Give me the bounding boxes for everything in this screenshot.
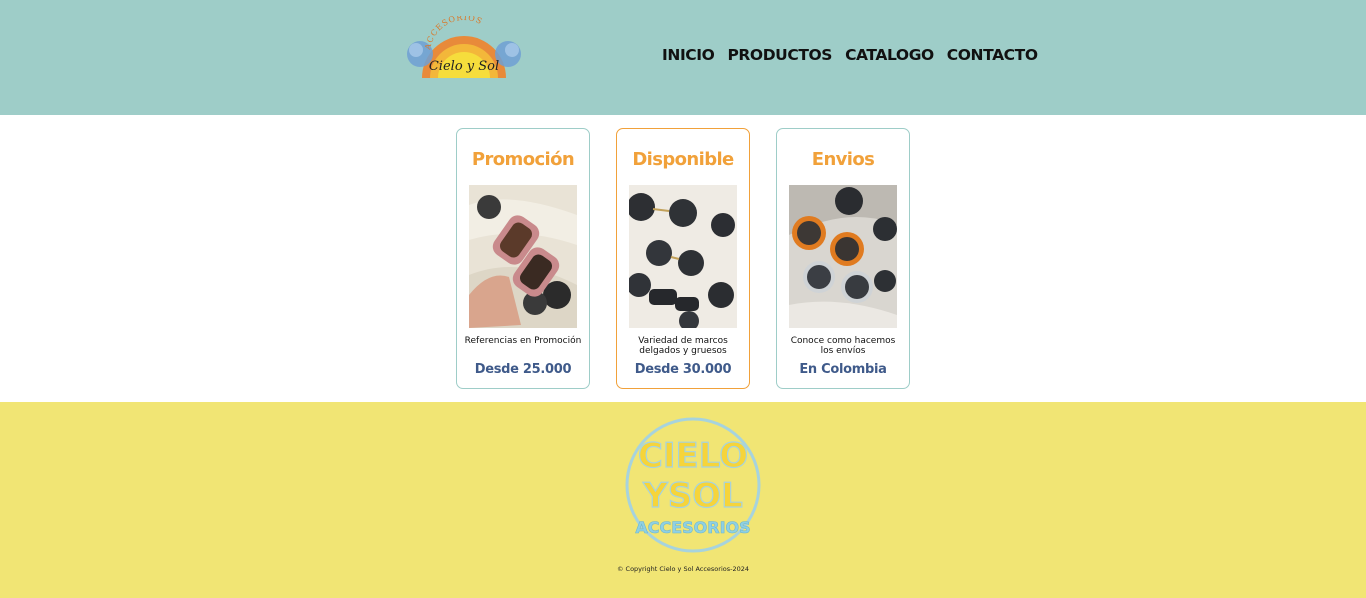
card-description: Conoce como hacemos los envíos	[790, 336, 896, 356]
card-image-pink-sunglasses[interactable]	[469, 185, 577, 328]
card-price: En Colombia	[799, 362, 887, 377]
site-footer: CIELO YSOL ACCESORIOS © Copyright Cielo …	[0, 402, 1366, 598]
nav-productos[interactable]: PRODUCTOS	[727, 46, 832, 64]
badge-line-3: ACCESORIOS	[635, 518, 750, 537]
card-envios[interactable]: Envios Conoce como hacemos los envíos En…	[776, 128, 910, 389]
badge-line-2: YSOL	[642, 476, 743, 516]
sunset-logo-icon: ACCESORIOS Cielo y Sol	[407, 13, 521, 78]
brand-logo[interactable]: ACCESORIOS Cielo y Sol	[404, 13, 524, 82]
nav-contacto[interactable]: CONTACTO	[947, 46, 1038, 64]
site-header: ACCESORIOS Cielo y Sol INICIO PRODUCTOS …	[0, 0, 1366, 115]
card-price: Desde 30.000	[634, 362, 732, 377]
card-description: Referencias en Promoción	[464, 336, 582, 346]
card-title: Envios	[811, 149, 875, 170]
card-promocion[interactable]: Promoción Referencias en Promoción Desde…	[456, 128, 590, 389]
card-title: Promoción	[471, 149, 575, 170]
card-image-orange-sunglasses[interactable]	[789, 185, 897, 328]
footer-badge-logo: CIELO YSOL ACCESORIOS	[624, 415, 762, 555]
product-cards: Promoción Referencias en Promoción Desde…	[456, 128, 910, 389]
card-description: Variedad de marcos delgados y gruesos	[638, 336, 728, 356]
card-title: Disponible	[632, 149, 734, 170]
cielo-y-sol-badge-icon: CIELO YSOL ACCESORIOS	[625, 417, 761, 553]
nav-catalogo[interactable]: CATALOGO	[845, 46, 934, 64]
badge-line-1: CIELO	[638, 436, 748, 476]
card-image-assorted-sunglasses[interactable]	[629, 185, 737, 328]
card-price: Desde 25.000	[474, 362, 572, 377]
card-disponible[interactable]: Disponible Variedad de marcos delgados y…	[616, 128, 750, 389]
main-nav: INICIO PRODUCTOS CATALOGO CONTACTO	[662, 46, 1038, 64]
nav-inicio[interactable]: INICIO	[662, 46, 715, 64]
logo-script-text: Cielo y Sol	[429, 59, 499, 74]
copyright-text: © Copyright Cielo y Sol Accesorios-2024	[616, 565, 750, 573]
